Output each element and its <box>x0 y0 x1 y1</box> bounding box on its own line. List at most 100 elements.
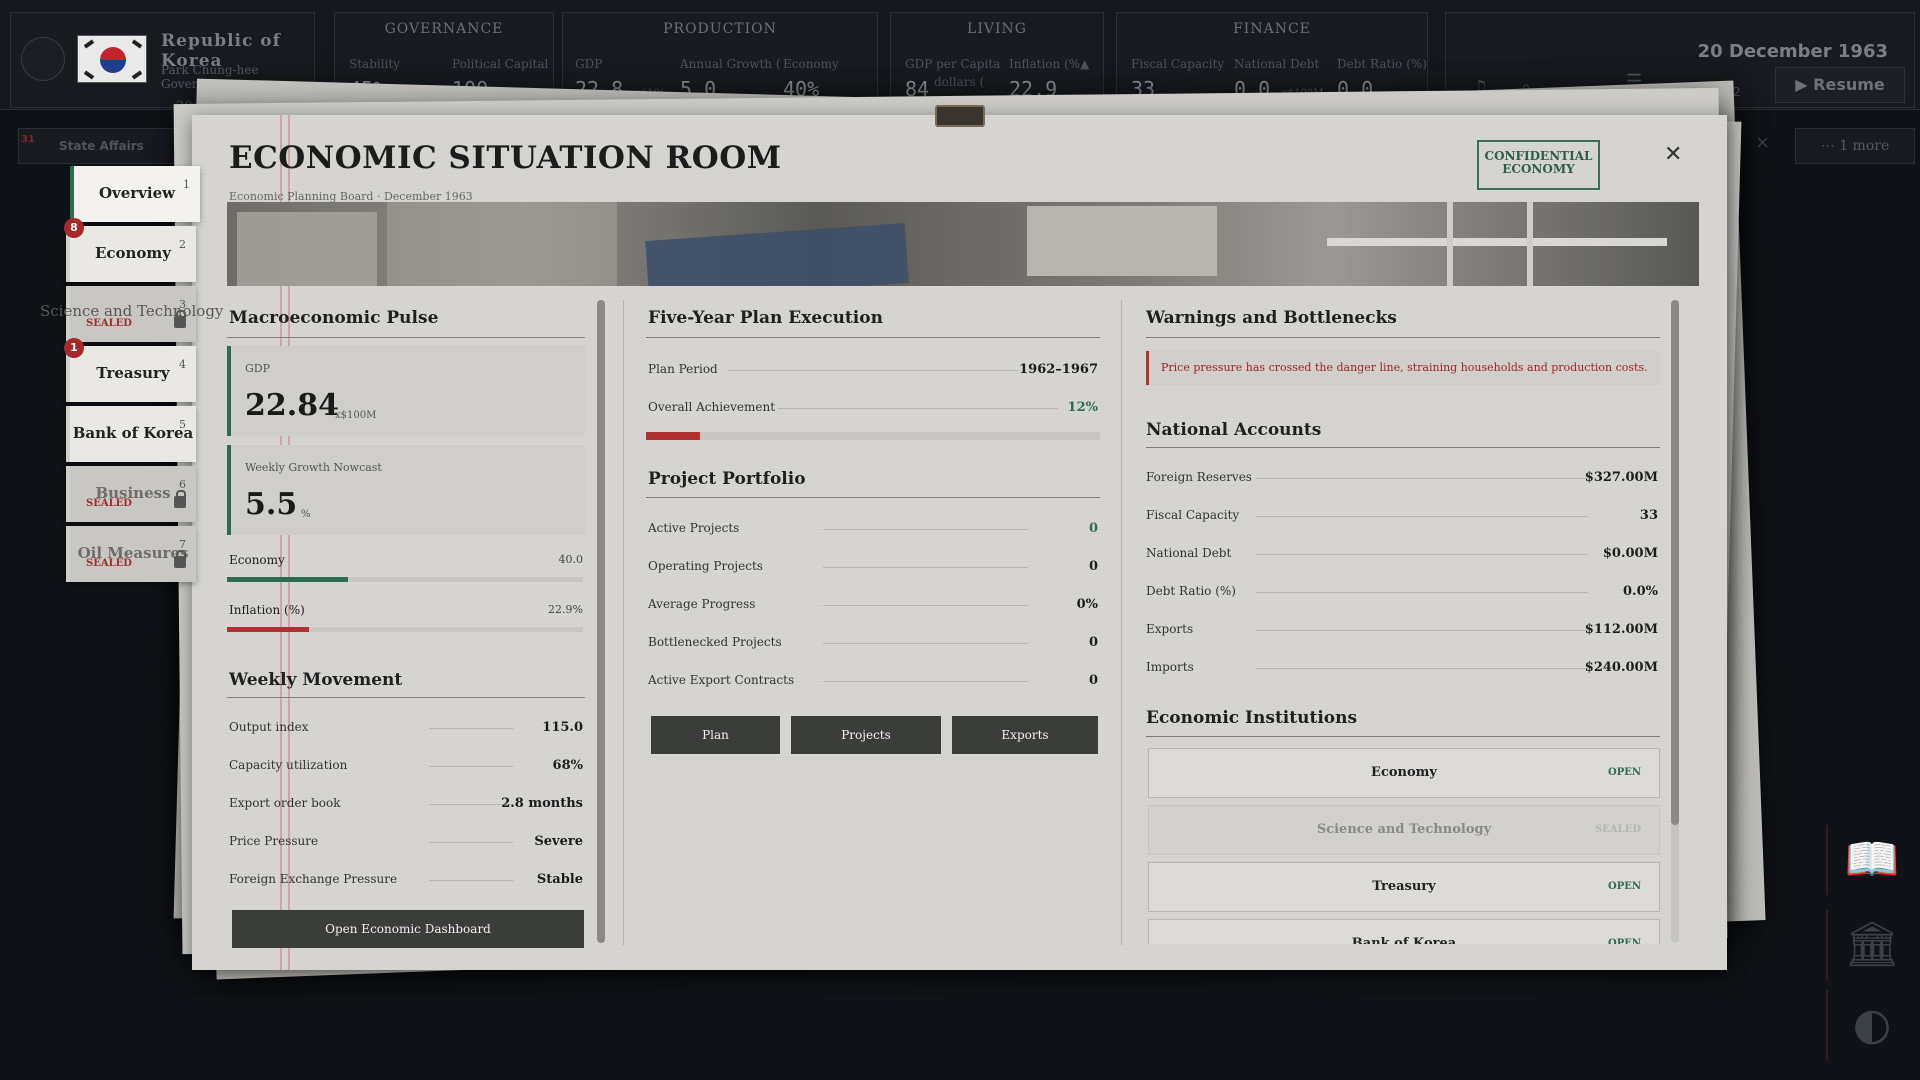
kv-label: Price Pressure <box>229 834 319 848</box>
divider <box>1146 447 1660 448</box>
kv-label: Exports <box>1146 622 1194 636</box>
kv-value: 0 <box>1088 559 1098 574</box>
kv-value: 0 <box>1088 635 1098 650</box>
lock-icon <box>174 490 186 508</box>
production-title: PRODUCTION <box>663 21 777 37</box>
divider <box>227 337 585 338</box>
kv-label: Bottlenecked Projects <box>648 635 782 649</box>
book-icon[interactable]: 📖 <box>1826 825 1916 895</box>
paper-clip-icon <box>935 105 985 127</box>
resume-button[interactable]: ▶ Resume <box>1775 67 1905 103</box>
institution-name: Bank of Korea <box>1351 936 1457 944</box>
kv-label: Fiscal Capacity <box>1146 508 1240 522</box>
close-icon[interactable]: ✕ <box>1664 142 1682 167</box>
governance-title: GOVERNANCE <box>384 21 504 37</box>
tab-business[interactable]: Business 6 SEALED <box>66 466 196 522</box>
kv-row: Operating Projects 0 <box>648 559 1098 577</box>
kv-row: Export order book 2.8 months <box>229 796 583 814</box>
open-dashboard-button[interactable]: Open Economic Dashboard <box>232 910 584 948</box>
projects-button[interactable]: Projects <box>791 716 941 754</box>
inflation-bar: Inflation (%) 22.9% <box>227 603 583 635</box>
gdp-value: 22.84 <box>245 388 339 423</box>
kv-value: 68% <box>552 758 583 773</box>
institution-card[interactable]: Bank of Korea OPEN <box>1148 919 1660 944</box>
kv-value: 0 <box>1088 521 1098 536</box>
kv-label: Active Projects <box>648 521 740 535</box>
kv-row: Average Progress 0% <box>648 597 1098 615</box>
kv-row: Bottlenecked Projects 0 <box>648 635 1098 653</box>
state-affairs-count: 31 <box>21 134 35 145</box>
column-divider <box>623 300 624 945</box>
project-portfolio-heading: Project Portfolio <box>648 469 806 489</box>
close-icon[interactable]: × <box>1755 132 1770 153</box>
gdp-label: GDP <box>245 362 271 375</box>
institution-card[interactable]: Economy OPEN <box>1148 748 1660 798</box>
growth-nowcast-card: Weekly Growth Nowcast 5.5 % <box>227 445 585 535</box>
economy-bar: Economy 40.0 <box>227 553 583 585</box>
institution-status: OPEN <box>1608 881 1641 892</box>
kv-row: Output index 115.0 <box>229 720 583 738</box>
plan-period-row: Plan Period 1962–1967 <box>648 362 1098 377</box>
growth-value: 5.5 <box>245 487 298 522</box>
living-title: LIVING <box>967 21 1027 37</box>
gdp-per-capita-unit: dollars ( <box>934 75 985 89</box>
macroeconomic-pulse-heading: Macroeconomic Pulse <box>229 308 439 328</box>
kv-label: Output index <box>229 720 309 734</box>
tab-bank-of-korea[interactable]: Bank of Korea 5 <box>66 406 196 462</box>
achievement-row: Overall Achievement 12% <box>648 400 1098 415</box>
page-title: ECONOMIC SITUATION ROOM <box>229 140 782 176</box>
up-arrow-icon: ▲ <box>1080 57 1090 71</box>
kv-value: Stable <box>536 872 583 887</box>
divider <box>1146 736 1660 737</box>
institution-name: Science and Technology <box>1316 822 1492 837</box>
plan-button[interactable]: Plan <box>651 716 780 754</box>
header-banner-image <box>227 202 1699 286</box>
kv-value: Severe <box>534 834 583 849</box>
achievement-fill <box>646 432 701 440</box>
kv-value: $112.00M <box>1584 622 1658 637</box>
state-affairs-button[interactable]: 31 State Affairs <box>18 128 183 164</box>
more-button[interactable]: ⋯ 1 more <box>1795 128 1915 164</box>
institutions-viewport: Economy OPEN Science and Technology SEALED T… <box>1146 744 1666 944</box>
government-building-icon[interactable]: 🏛 <box>1826 910 1916 980</box>
living-group[interactable]: LIVING GDP per Capita 84 dollars ( Infla… <box>890 12 1104 108</box>
sealed-label: SEALED <box>86 498 132 509</box>
kv-row: Capacity utilization 68% <box>229 758 583 776</box>
globe-icon[interactable]: ◐ <box>1826 990 1916 1060</box>
tab-oil-measures[interactable]: Oil Measures 7 SEALED <box>66 526 196 582</box>
five-year-plan-heading: Five-Year Plan Execution <box>648 308 883 328</box>
play-icon: ▶ <box>1795 75 1808 94</box>
right-scrollbar[interactable] <box>1671 300 1679 943</box>
kv-row: Debt Ratio (%) 0.0% <box>1146 584 1658 602</box>
kv-label: Foreign Reserves <box>1146 470 1252 484</box>
notification-badge: 1 <box>64 338 84 358</box>
kv-label: Operating Projects <box>648 559 763 573</box>
institution-card[interactable]: Treasury OPEN <box>1148 862 1660 912</box>
inflation-bar-fill <box>227 627 309 632</box>
kv-label: Active Export Contracts <box>648 673 795 687</box>
kv-row: Exports $112.00M <box>1146 622 1658 640</box>
institution-status: OPEN <box>1608 767 1641 778</box>
left-scrollbar[interactable] <box>597 300 605 943</box>
national-emblem-icon <box>21 37 65 81</box>
gdp-card: GDP 22.84 x$100M <box>227 346 585 436</box>
tab-treasury[interactable]: 1 Treasury 4 <box>64 338 196 402</box>
growth-label: Weekly Growth Nowcast <box>245 461 382 474</box>
kv-row: Foreign Exchange Pressure Stable <box>229 872 583 890</box>
tab-economy[interactable]: 8 Economy 2 <box>64 218 196 282</box>
kv-value: $240.00M <box>1584 660 1658 675</box>
tab-overview[interactable]: Overview 1 <box>70 166 200 222</box>
kv-value: $0.00M <box>1602 546 1658 561</box>
kv-value: 0.0% <box>1623 584 1658 599</box>
lock-icon <box>174 550 186 568</box>
kv-value: 0% <box>1076 597 1098 612</box>
institution-card[interactable]: Science and Technology SEALED <box>1148 805 1660 855</box>
korea-flag-icon <box>77 35 147 83</box>
institution-status: SEALED <box>1595 824 1641 835</box>
weekly-movement-heading: Weekly Movement <box>229 670 403 690</box>
exports-button[interactable]: Exports <box>952 716 1098 754</box>
kv-label: Debt Ratio (%) <box>1146 584 1236 598</box>
national-accounts-heading: National Accounts <box>1146 420 1322 440</box>
kv-label: National Debt <box>1146 546 1232 560</box>
tab-science-technology-label: Science and Technology <box>40 302 224 320</box>
